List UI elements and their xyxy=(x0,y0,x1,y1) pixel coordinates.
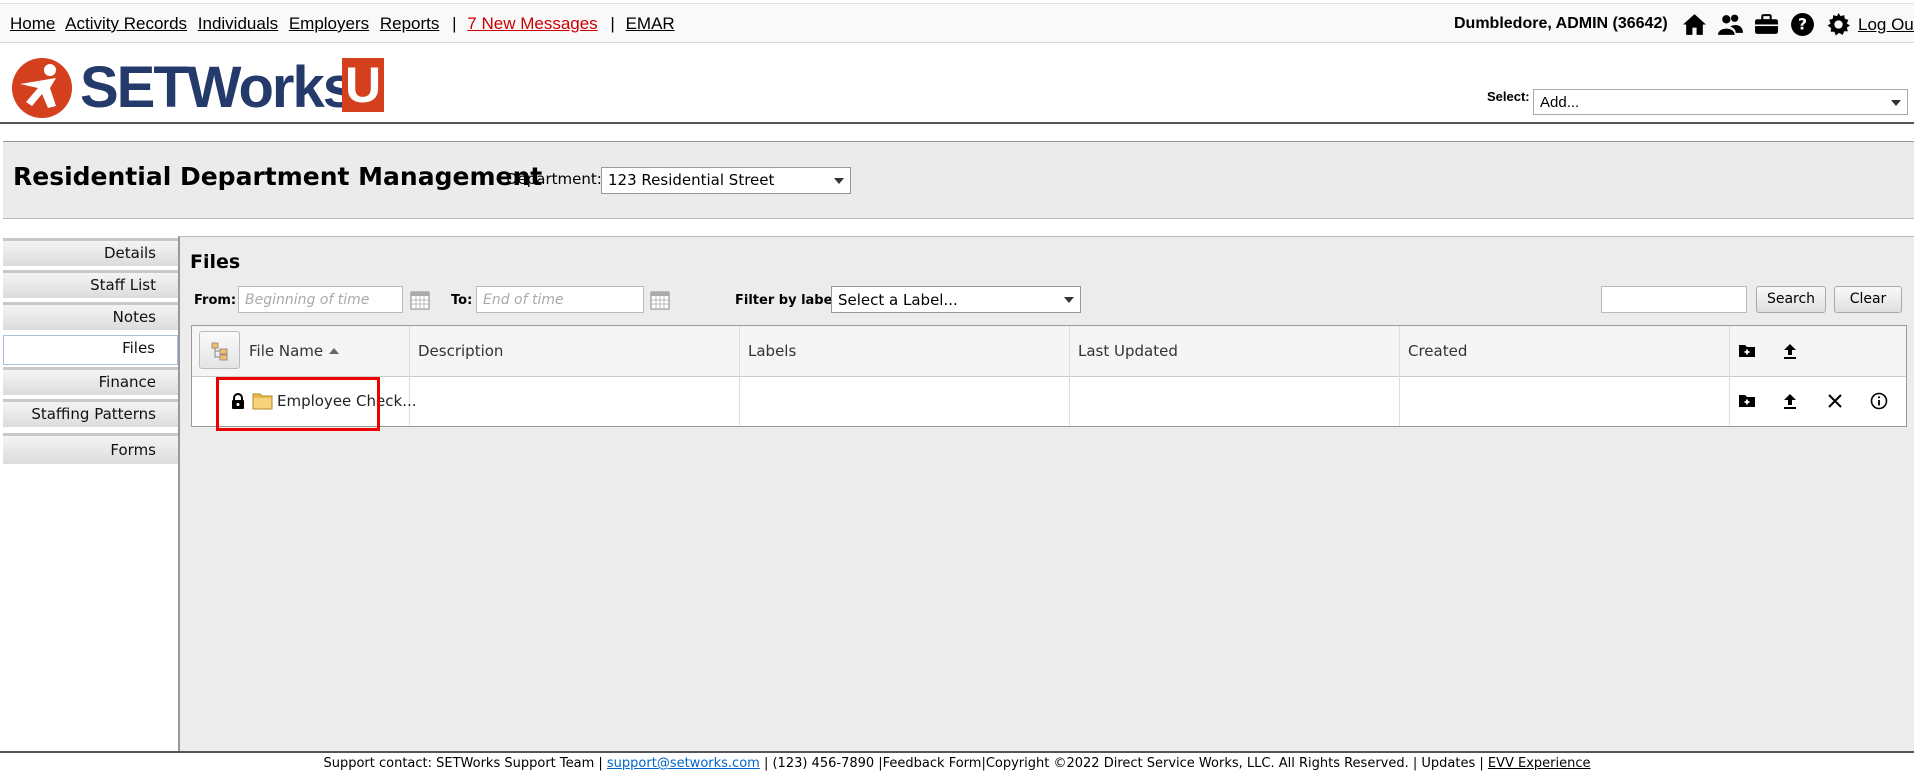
calendar-icon[interactable] xyxy=(650,290,670,310)
folder-icon xyxy=(252,393,273,410)
nav-individuals-link[interactable]: Individuals xyxy=(198,14,278,33)
col-header-created[interactable]: Created xyxy=(1408,342,1467,360)
sidebar-item-files[interactable]: Files xyxy=(3,335,178,365)
nav-separator: | xyxy=(452,14,457,33)
sidebar-item-finance[interactable]: Finance xyxy=(3,367,178,395)
quick-select-value: Add... xyxy=(1540,94,1580,111)
current-user: Dumbledore, ADMIN (36642) xyxy=(1454,15,1668,32)
help-icon[interactable]: ? xyxy=(1790,12,1815,37)
sidebar-item-notes[interactable]: Notes xyxy=(3,302,178,330)
chevron-down-icon xyxy=(1891,100,1901,106)
gear-icon[interactable] xyxy=(1826,12,1851,37)
nav-employers-link[interactable]: Employers xyxy=(289,14,369,33)
department-label: Department: xyxy=(506,170,602,188)
new-messages-link[interactable]: 7 New Messages xyxy=(467,14,597,33)
nav-emar-link[interactable]: EMAR xyxy=(626,14,675,33)
clear-button[interactable]: Clear xyxy=(1834,286,1902,313)
file-name-cell[interactable]: Employee Check... xyxy=(277,392,417,410)
footer: Support contact: SETWorks Support Team |… xyxy=(0,751,1914,780)
new-folder-icon[interactable] xyxy=(1738,342,1756,360)
sidebar-item-forms[interactable]: Forms xyxy=(3,433,178,464)
nav-reports-link[interactable]: Reports xyxy=(380,14,440,33)
from-label: From: xyxy=(194,293,237,308)
label-filter-value: Select a Label... xyxy=(838,291,958,309)
upload-icon[interactable] xyxy=(1781,392,1799,410)
chevron-down-icon xyxy=(1064,297,1074,303)
filter-label: Filter by label: xyxy=(735,293,843,308)
new-folder-icon[interactable] xyxy=(1738,392,1756,410)
file-name-header-label: File Name xyxy=(249,342,324,360)
lock-icon xyxy=(232,393,244,409)
sidebar-item-staffing-patterns[interactable]: Staffing Patterns xyxy=(3,399,178,427)
home-icon[interactable] xyxy=(1682,12,1707,37)
footer-support-text: Support contact: SETWorks Support Team | xyxy=(323,756,607,771)
footer-copyright-text: | (123) 456-7890 |Feedback Form|Copyrigh… xyxy=(759,756,1488,771)
briefcase-icon[interactable] xyxy=(1754,12,1779,37)
col-header-description[interactable]: Description xyxy=(418,342,503,360)
close-icon[interactable] xyxy=(1826,392,1844,410)
col-header-file-name[interactable]: File Name xyxy=(249,342,340,360)
col-header-labels[interactable]: Labels xyxy=(748,342,796,360)
files-table: File Name Description Labels Last Update… xyxy=(191,325,1907,427)
tree-icon xyxy=(211,342,228,361)
files-title: Files xyxy=(190,251,241,273)
sort-up-icon xyxy=(329,348,340,354)
col-header-last-updated[interactable]: Last Updated xyxy=(1078,342,1178,360)
tree-view-button[interactable] xyxy=(199,331,240,369)
search-button[interactable]: Search xyxy=(1756,286,1826,313)
logo-text: SETWorks xyxy=(80,55,355,120)
sidebar-item-staff-list[interactable]: Staff List xyxy=(3,270,178,298)
calendar-icon[interactable] xyxy=(410,290,430,310)
upload-icon[interactable] xyxy=(1781,342,1799,360)
nav-home-link[interactable]: Home xyxy=(10,14,55,33)
department-select[interactable]: 123 Residential Street xyxy=(601,167,851,194)
logout-link[interactable]: Log Out xyxy=(1858,15,1914,35)
top-nav: Home Activity Records Individuals Employ… xyxy=(0,3,1914,43)
files-panel: Files From: Beginning of time To: End of… xyxy=(178,236,1914,752)
svg-text:?: ? xyxy=(1798,16,1807,34)
from-date-input[interactable]: Beginning of time xyxy=(238,286,403,313)
to-label: To: xyxy=(451,293,473,308)
logo-u: U xyxy=(342,58,384,112)
logo-icon xyxy=(12,58,72,118)
table-header: File Name Description Labels Last Update… xyxy=(192,326,1906,377)
sidebar: Details Staff List Notes Files Finance S… xyxy=(3,238,178,752)
to-date-input[interactable]: End of time xyxy=(476,286,644,313)
department-value: 123 Residential Street xyxy=(608,171,775,189)
search-input[interactable] xyxy=(1601,286,1747,313)
nav-icons: ? xyxy=(1682,12,1851,37)
department-header: Residential Department Management Depart… xyxy=(3,141,1914,219)
nav-links: Home Activity Records Individuals Employ… xyxy=(10,14,681,34)
sidebar-item-details[interactable]: Details xyxy=(3,238,178,266)
label-filter-select[interactable]: Select a Label... xyxy=(831,286,1081,313)
users-icon[interactable] xyxy=(1718,12,1743,37)
evv-experience-link[interactable]: EVV Experience xyxy=(1488,756,1591,771)
page-title: Residential Department Management xyxy=(13,162,543,191)
quick-select-dropdown[interactable]: Add... xyxy=(1533,89,1908,115)
table-row[interactable]: Employee Check... xyxy=(192,377,1906,426)
nav-separator: | xyxy=(610,14,615,33)
brand-header: SETWorks U Select: Add... xyxy=(0,44,1914,124)
chevron-down-icon xyxy=(834,178,844,184)
nav-activity-records-link[interactable]: Activity Records xyxy=(65,14,187,33)
info-icon[interactable] xyxy=(1870,392,1888,410)
quick-select-label: Select: xyxy=(1487,89,1530,104)
support-email-link[interactable]: support@setworks.com xyxy=(607,756,760,771)
